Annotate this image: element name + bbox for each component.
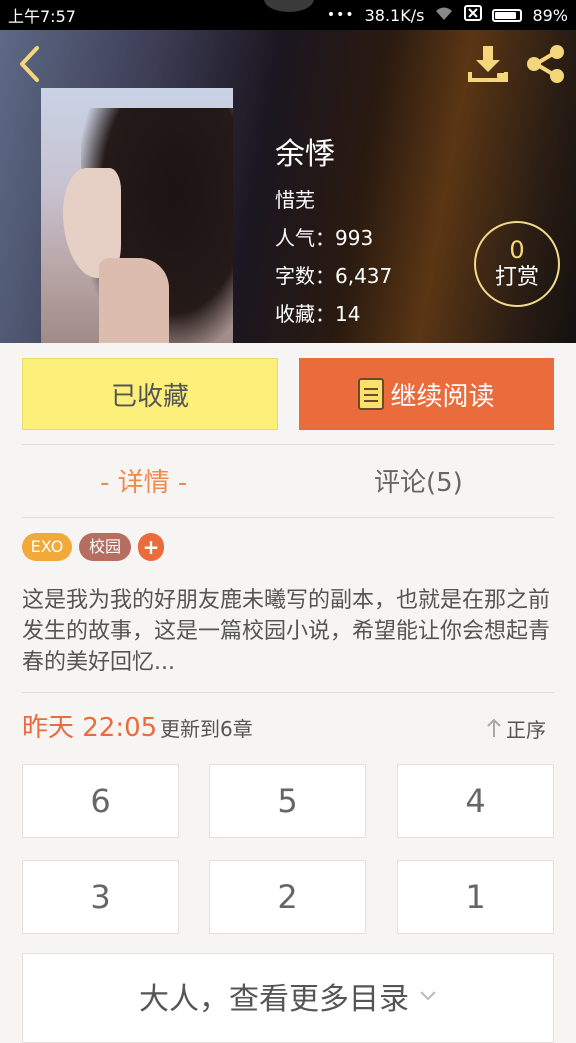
continue-reading-label: 继续阅读	[390, 381, 495, 412]
no-sim-icon	[464, 5, 483, 25]
reward-label: 打赏	[494, 265, 539, 290]
signal-dots-icon: •••	[326, 7, 355, 23]
book-info: 余悸 惜芜 人气：993 字数：6,437 收藏：14	[275, 135, 392, 333]
update-time: 昨天 22:05	[22, 713, 158, 743]
reward-button[interactable]: 0 打赏	[474, 221, 560, 307]
back-icon	[20, 46, 39, 82]
status-time: 上午7:57	[8, 7, 76, 26]
chapter-button[interactable]: 5	[209, 764, 366, 838]
book-cover-image	[41, 88, 233, 343]
more-chapters-label: 大人，查看更多目录	[139, 982, 409, 1017]
collected-button[interactable]: 已收藏	[22, 358, 278, 430]
book-header: 余悸 惜芜 人气：993 字数：6,437 收藏：14 0 打赏	[0, 30, 576, 343]
camera-notch	[264, 0, 314, 12]
reward-count: 0	[509, 236, 525, 264]
add-tag-button[interactable]: +	[138, 533, 164, 561]
battery-icon	[492, 8, 523, 22]
continue-reading-button[interactable]: 继续阅读	[299, 358, 554, 430]
chapter-button[interactable]: 3	[22, 860, 179, 934]
share-button[interactable]	[524, 42, 568, 86]
sort-up-icon	[487, 718, 501, 737]
back-button[interactable]	[10, 44, 50, 84]
chapter-button[interactable]: 2	[209, 860, 366, 934]
book-popularity: 人气：993	[275, 226, 374, 250]
book-favorites: 收藏：14	[275, 302, 361, 326]
book-author[interactable]: 惜芜	[275, 181, 392, 219]
download-icon	[468, 46, 508, 82]
book-title: 余悸	[275, 137, 335, 172]
download-button[interactable]	[466, 42, 510, 86]
more-chapters-button[interactable]: 大人，查看更多目录	[22, 953, 554, 1043]
status-bar: 上午7:57 ••• 38.1K/s 89%	[0, 0, 576, 30]
sort-order-label: 正序	[506, 717, 546, 742]
sort-order-button[interactable]: 正序	[486, 712, 546, 744]
book-word-count: 字数：6,437	[275, 264, 393, 288]
collected-label: 已收藏	[110, 381, 189, 412]
divider	[22, 517, 554, 518]
chapter-button[interactable]: 1	[397, 860, 554, 934]
book-icon	[358, 378, 385, 410]
tab-comments[interactable]: 评论(5)	[374, 462, 463, 504]
chevron-down-icon	[419, 974, 437, 1016]
wifi-icon	[434, 5, 454, 25]
book-description[interactable]: 这是我为我的好朋友鹿未曦写的副本，也就是在那之前发生的故事，这是一篇校园小说，希…	[22, 585, 556, 678]
tag-exo[interactable]: EXO	[22, 533, 72, 561]
update-status: 更新到6章	[160, 717, 253, 741]
tag-campus[interactable]: 校园	[79, 533, 131, 561]
divider	[22, 444, 554, 445]
status-right: ••• 38.1K/s 89%	[327, 5, 568, 25]
divider	[22, 692, 554, 693]
network-speed: 38.1K/s	[364, 5, 425, 25]
tab-details[interactable]: - 详情 -	[100, 462, 187, 504]
chapter-button[interactable]: 4	[397, 764, 554, 838]
share-icon	[527, 45, 564, 83]
battery-percent: 89%	[532, 5, 568, 25]
chapter-button[interactable]: 6	[22, 764, 179, 838]
